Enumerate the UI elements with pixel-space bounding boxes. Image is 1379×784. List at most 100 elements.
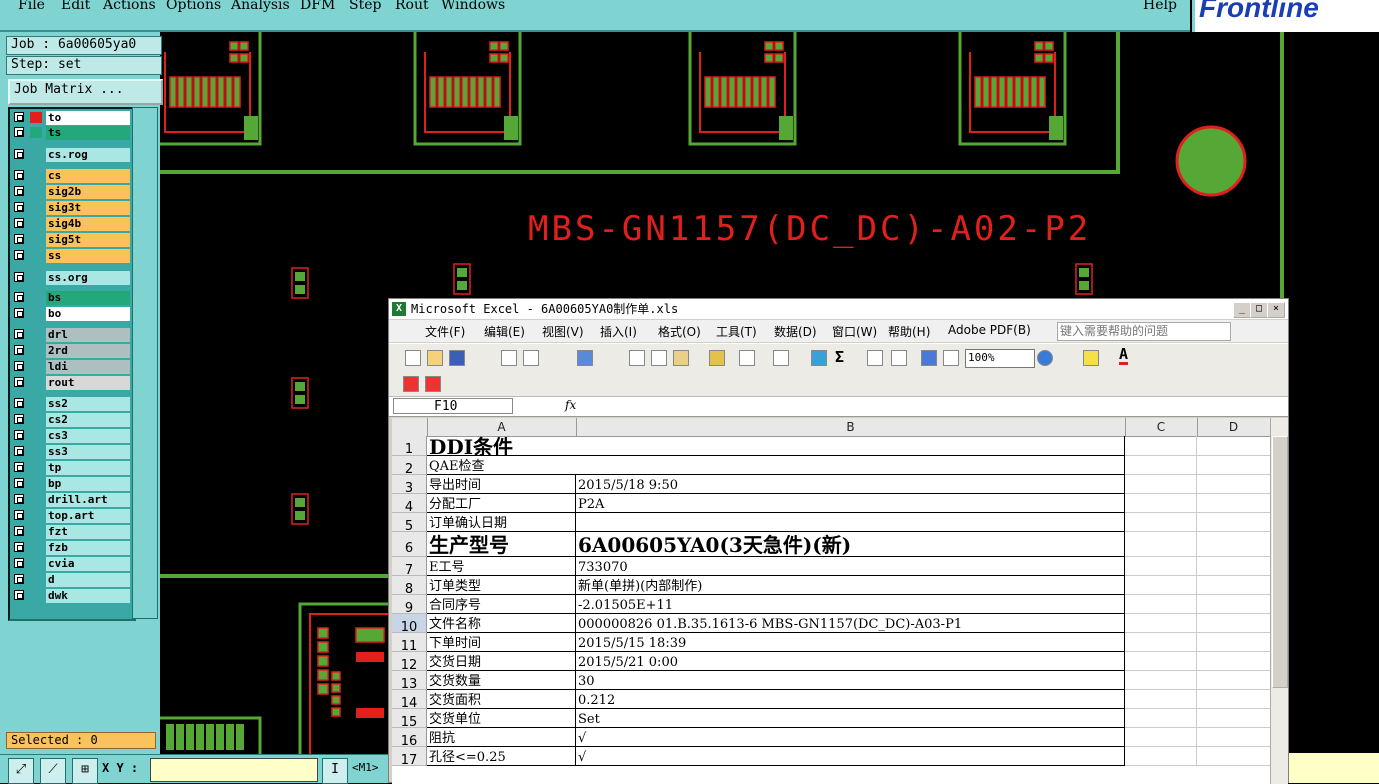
close-icon[interactable]: × [1267, 302, 1285, 318]
cell-d[interactable] [1197, 595, 1270, 614]
row-header[interactable]: 14 [392, 690, 427, 711]
menu-step[interactable]: Step [349, 0, 381, 13]
cell-a[interactable]: DDI条件 [427, 436, 1125, 456]
layer-row[interactable]: ts [12, 126, 130, 140]
cell-a[interactable]: 交货单位 [427, 709, 576, 728]
cell-c[interactable] [1125, 576, 1197, 595]
row-header[interactable]: 3 [392, 475, 427, 496]
cell-a[interactable]: 分配工厂 [427, 494, 576, 513]
row-header[interactable]: 13 [392, 671, 427, 692]
cell-a[interactable]: 订单类型 [427, 576, 576, 595]
layer-row[interactable]: top.art [12, 509, 130, 523]
layer-row[interactable]: ldi [12, 360, 130, 374]
cell-b[interactable]: P2A [576, 494, 1125, 513]
layer-checkbox[interactable] [14, 329, 24, 339]
cell-b[interactable] [576, 513, 1125, 532]
cell-c[interactable] [1125, 652, 1197, 671]
layer-checkbox[interactable] [14, 494, 24, 504]
cell-d[interactable] [1197, 709, 1270, 728]
cell-b[interactable]: 2015/5/15 18:39 [576, 633, 1125, 652]
job-matrix-button[interactable]: Job Matrix ... [8, 79, 163, 105]
layer-row[interactable]: rout [12, 376, 130, 390]
save-icon[interactable] [449, 350, 465, 366]
font-color-icon[interactable]: A [1119, 346, 1129, 365]
row-header[interactable]: 17 [392, 747, 427, 768]
excel-menu-adobe-pdf[interactable]: Adobe PDF(B) [948, 323, 1031, 337]
layer-row[interactable]: sig5t [12, 233, 130, 247]
layer-row[interactable]: ss2 [12, 397, 130, 411]
cell-a[interactable]: 生产型号 [427, 532, 576, 557]
menu-windows[interactable]: Windows [441, 0, 505, 13]
info-icon[interactable]: I [322, 758, 348, 784]
layer-list[interactable]: to ts cs.rog cs sig2b sig3t sig4b sig5t ss ss.org… [8, 107, 136, 621]
layer-checkbox[interactable] [14, 112, 24, 122]
format-painter-icon[interactable] [709, 350, 725, 366]
cell-b[interactable]: 30 [576, 671, 1125, 690]
layer-row[interactable]: dwk [12, 589, 130, 603]
sort-ascending-icon[interactable] [867, 350, 883, 366]
vertical-scrollbar[interactable] [1270, 418, 1288, 784]
cell-b[interactable]: 6A00605YA0(3天急件)(新) [576, 532, 1125, 557]
row-header[interactable]: 1 [392, 436, 427, 457]
cell-b[interactable]: √ [576, 747, 1125, 766]
cell-c[interactable] [1125, 456, 1197, 475]
cell-d[interactable] [1197, 475, 1270, 494]
autosum-icon[interactable]: Σ [835, 348, 844, 366]
cell-d[interactable] [1197, 456, 1270, 475]
print-preview-icon[interactable] [523, 350, 539, 366]
cell-b[interactable]: 0.212 [576, 690, 1125, 709]
print-icon[interactable] [501, 350, 517, 366]
cell-a[interactable]: QAE检查 [427, 456, 576, 475]
drawing-icon[interactable] [943, 350, 959, 366]
cell-c[interactable] [1125, 633, 1197, 652]
pdf-convert-icon[interactable] [403, 376, 419, 392]
layer-checkbox[interactable] [14, 510, 24, 520]
help-icon[interactable] [1037, 350, 1053, 366]
copy-icon[interactable] [651, 350, 667, 366]
name-box[interactable]: F10 [393, 398, 513, 414]
cell-d[interactable] [1197, 728, 1270, 747]
excel-menu-format[interactable]: 格式(O) [658, 323, 701, 340]
layer-checkbox[interactable] [14, 462, 24, 472]
menu-analysis[interactable]: Analysis [231, 0, 290, 13]
layer-row[interactable]: fzt [12, 525, 130, 539]
cell-c[interactable] [1125, 690, 1197, 709]
row-header[interactable]: 8 [392, 576, 427, 597]
chart-wizard-icon[interactable] [921, 350, 937, 366]
cell-b[interactable]: 2015/5/21 0:00 [576, 652, 1125, 671]
cell-a[interactable]: 订单确认日期 [427, 513, 576, 532]
cell-c[interactable] [1125, 436, 1197, 456]
new-icon[interactable] [405, 350, 421, 366]
excel-menu-help[interactable]: 帮助(H) [888, 323, 930, 340]
layer-row[interactable]: drl [12, 328, 130, 342]
spreadsheet-grid[interactable]: A B C D 1 DDI条件 2 QAE检查 3 2015/5/18 9:50 导出时间 4… [392, 418, 1270, 784]
cell-b[interactable] [576, 456, 1125, 475]
cell-c[interactable] [1125, 475, 1197, 494]
layer-checkbox[interactable] [14, 170, 24, 180]
layer-row[interactable]: ss.org [12, 271, 130, 285]
cell-b[interactable]: Set [576, 709, 1125, 728]
zoom-area-icon[interactable]: ⟋ [40, 758, 66, 784]
layer-checkbox[interactable] [14, 542, 24, 552]
layer-checkbox[interactable] [14, 250, 24, 260]
maximize-icon[interactable]: □ [1250, 302, 1268, 318]
layer-row[interactable]: drill.art [12, 493, 130, 507]
row-header[interactable]: 12 [392, 652, 427, 673]
cell-d[interactable] [1197, 532, 1270, 557]
cell-a[interactable]: 交货日期 [427, 652, 576, 671]
cell-a[interactable]: 交货面积 [427, 690, 576, 709]
layer-checkbox[interactable] [14, 127, 24, 137]
layer-checkbox[interactable] [14, 292, 24, 302]
cell-a[interactable]: 导出时间 [427, 475, 576, 494]
menu-actions[interactable]: Actions [103, 0, 156, 13]
layer-checkbox[interactable] [14, 234, 24, 244]
cell-a[interactable]: E工号 [427, 557, 576, 576]
row-header[interactable]: 15 [392, 709, 427, 730]
row-header[interactable]: 4 [392, 494, 427, 515]
layer-checkbox[interactable] [14, 361, 24, 371]
row-header[interactable]: 6 [392, 532, 427, 557]
open-icon[interactable] [427, 350, 443, 366]
select-all-corner[interactable] [392, 418, 428, 436]
cell-c[interactable] [1125, 671, 1197, 690]
layer-row[interactable]: sig2b [12, 185, 130, 199]
